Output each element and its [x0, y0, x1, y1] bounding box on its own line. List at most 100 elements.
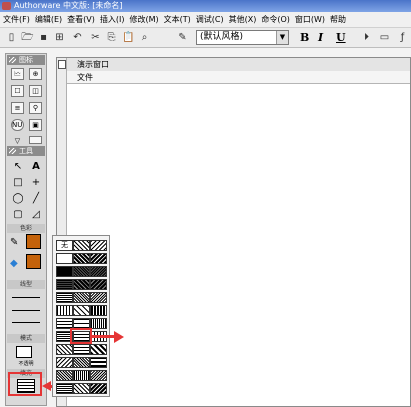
functions-icon[interactable]: ƒ	[396, 31, 409, 44]
text-tool[interactable]: A	[29, 160, 43, 173]
pattern-cell[interactable]	[56, 383, 73, 394]
decision-icon[interactable]: ▽	[11, 136, 24, 144]
pointer-tool[interactable]: ↖	[11, 160, 25, 173]
presentation-titlebar: 演示窗口	[57, 58, 410, 71]
text-style-icon[interactable]: ✎	[176, 31, 189, 44]
pattern-cell[interactable]	[73, 370, 90, 381]
tools-panel-title: 工具	[19, 147, 33, 155]
pattern-cell[interactable]	[90, 370, 107, 381]
menu-help[interactable]: 帮助	[330, 14, 346, 25]
control-panel-icon[interactable]: ▭	[378, 31, 391, 44]
app-title: Authorware 中文版: [未命名]	[14, 1, 123, 10]
pattern-cell[interactable]	[90, 253, 107, 264]
video-icon[interactable]: ▣	[29, 119, 42, 131]
menu-edit[interactable]: 编辑(E)	[35, 14, 62, 25]
pattern-cell[interactable]	[56, 279, 73, 290]
interaction-icon[interactable]	[29, 136, 42, 144]
italic-button[interactable]: I	[318, 31, 323, 44]
ellipse-tool[interactable]: ◯	[11, 192, 25, 205]
pattern-cell[interactable]	[56, 305, 73, 316]
pattern-cell[interactable]	[56, 357, 73, 368]
polygon-tool[interactable]: ◿	[29, 208, 43, 221]
pattern-cell[interactable]	[73, 253, 90, 264]
save-icon[interactable]: ▪	[37, 31, 50, 44]
copy-icon[interactable]: ⎘	[105, 31, 118, 44]
pattern-cell[interactable]	[90, 279, 107, 290]
line-style-medium[interactable]	[12, 310, 40, 311]
pattern-cell[interactable]	[73, 383, 90, 394]
pattern-cell[interactable]	[90, 357, 107, 368]
wait-icon[interactable]: ◫	[29, 85, 42, 97]
pattern-cell[interactable]	[90, 383, 107, 394]
presentation-menu-file[interactable]: 文件	[77, 73, 93, 82]
fill-color-swatch[interactable]	[26, 254, 41, 269]
pattern-cell[interactable]	[73, 240, 90, 251]
pattern-none[interactable]: 无	[56, 240, 73, 251]
find-icon[interactable]: ⌕	[138, 31, 151, 44]
menu-debug[interactable]: 调试(C)	[196, 14, 224, 25]
pattern-cell[interactable]	[56, 266, 73, 277]
menu-view[interactable]: 查看(V)	[67, 14, 95, 25]
navigate-icon[interactable]: ≡	[11, 102, 24, 114]
paste-icon[interactable]: 📋	[122, 31, 135, 44]
rounded-rect-tool[interactable]: ▢	[11, 208, 25, 221]
bold-button[interactable]: B	[300, 31, 309, 44]
pattern-cell[interactable]	[73, 344, 90, 355]
pattern-cell[interactable]	[73, 292, 90, 303]
pattern-cell[interactable]	[73, 266, 90, 277]
pattern-cell[interactable]	[90, 266, 107, 277]
open-folder-icon[interactable]: 🗁	[21, 31, 34, 44]
pen-color-icon[interactable]: ✎	[10, 238, 22, 248]
pattern-cell[interactable]	[90, 305, 107, 316]
pattern-cell[interactable]	[73, 357, 90, 368]
toolbar: ▯ 🗁 ▪ ⊞ ↶ ✂ ⎘ 📋 ⌕ ✎ (默认风格) ▼ B I U ⏵ ▭ ƒ	[0, 28, 411, 48]
chevron-down-icon[interactable]: ▼	[276, 31, 288, 44]
menu-text[interactable]: 文本(T)	[164, 14, 191, 25]
menubar: 文件(F) 编辑(E) 查看(V) 插入(I) 修改(M) 文本(T) 调试(C…	[0, 12, 411, 28]
import-icon[interactable]: ⊞	[53, 31, 66, 44]
mode-value-label: 不透明	[18, 361, 34, 367]
text-style-select[interactable]: (默认风格) ▼	[196, 30, 289, 45]
menu-window[interactable]: 窗口(W)	[295, 14, 325, 25]
stroke-color-swatch[interactable]	[26, 234, 41, 249]
cut-icon[interactable]: ✂	[89, 31, 102, 44]
mode-opaque-icon[interactable]	[16, 346, 32, 358]
pattern-cell[interactable]	[56, 370, 73, 381]
right-arrow-annotation-icon	[114, 331, 124, 343]
crosshair-tool[interactable]: +	[29, 176, 43, 189]
new-file-icon[interactable]: ▯	[5, 31, 18, 44]
pattern-cell[interactable]	[90, 292, 107, 303]
framework-icon[interactable]: ⚲	[29, 102, 42, 114]
pattern-cell[interactable]	[90, 344, 107, 355]
icons-panel-header: 图标	[7, 55, 45, 65]
menu-modify[interactable]: 修改(M)	[129, 14, 158, 25]
undo-icon[interactable]: ↶	[71, 31, 84, 44]
line-style-thick[interactable]	[12, 322, 40, 323]
fill-bucket-icon[interactable]: ◆	[10, 259, 22, 269]
color-section-label: 色彩	[7, 224, 45, 233]
menu-insert[interactable]: 插入(I)	[100, 14, 125, 25]
restart-icon[interactable]: ⏵	[360, 31, 373, 44]
fill-pattern-popup: 无	[52, 235, 110, 397]
menu-command[interactable]: 命令(O)	[261, 14, 290, 25]
pattern-cell[interactable]	[56, 292, 73, 303]
tool-palette: 图标 🗠 ⊕ ☐ ◫ ≡ ⚲ NUT ▣ ▽ 工具 ↖ A □ + ◯ ╱ ▢ …	[5, 53, 47, 406]
menu-file[interactable]: 文件(F)	[3, 14, 30, 25]
line-style-thin[interactable]	[12, 297, 40, 298]
pattern-cell[interactable]	[73, 305, 90, 316]
pattern-cell[interactable]	[90, 318, 107, 329]
pattern-cell[interactable]	[56, 253, 73, 264]
pattern-cell[interactable]	[90, 240, 107, 251]
presentation-menubar: 文件	[57, 71, 410, 84]
digital-movie-icon[interactable]: NUT	[11, 119, 24, 131]
display-icon[interactable]: 🗠	[11, 68, 24, 80]
rectangle-tool[interactable]: □	[11, 176, 25, 189]
pattern-cell[interactable]	[73, 279, 90, 290]
motion-icon[interactable]: ⊕	[29, 68, 42, 80]
erase-icon[interactable]: ☐	[11, 85, 24, 97]
text-style-value: (默认风格)	[200, 32, 244, 42]
line-tool[interactable]: ╱	[29, 192, 43, 205]
pattern-cell[interactable]	[56, 344, 73, 355]
menu-other[interactable]: 其他(X)	[229, 14, 257, 25]
underline-button[interactable]: U	[336, 31, 346, 44]
